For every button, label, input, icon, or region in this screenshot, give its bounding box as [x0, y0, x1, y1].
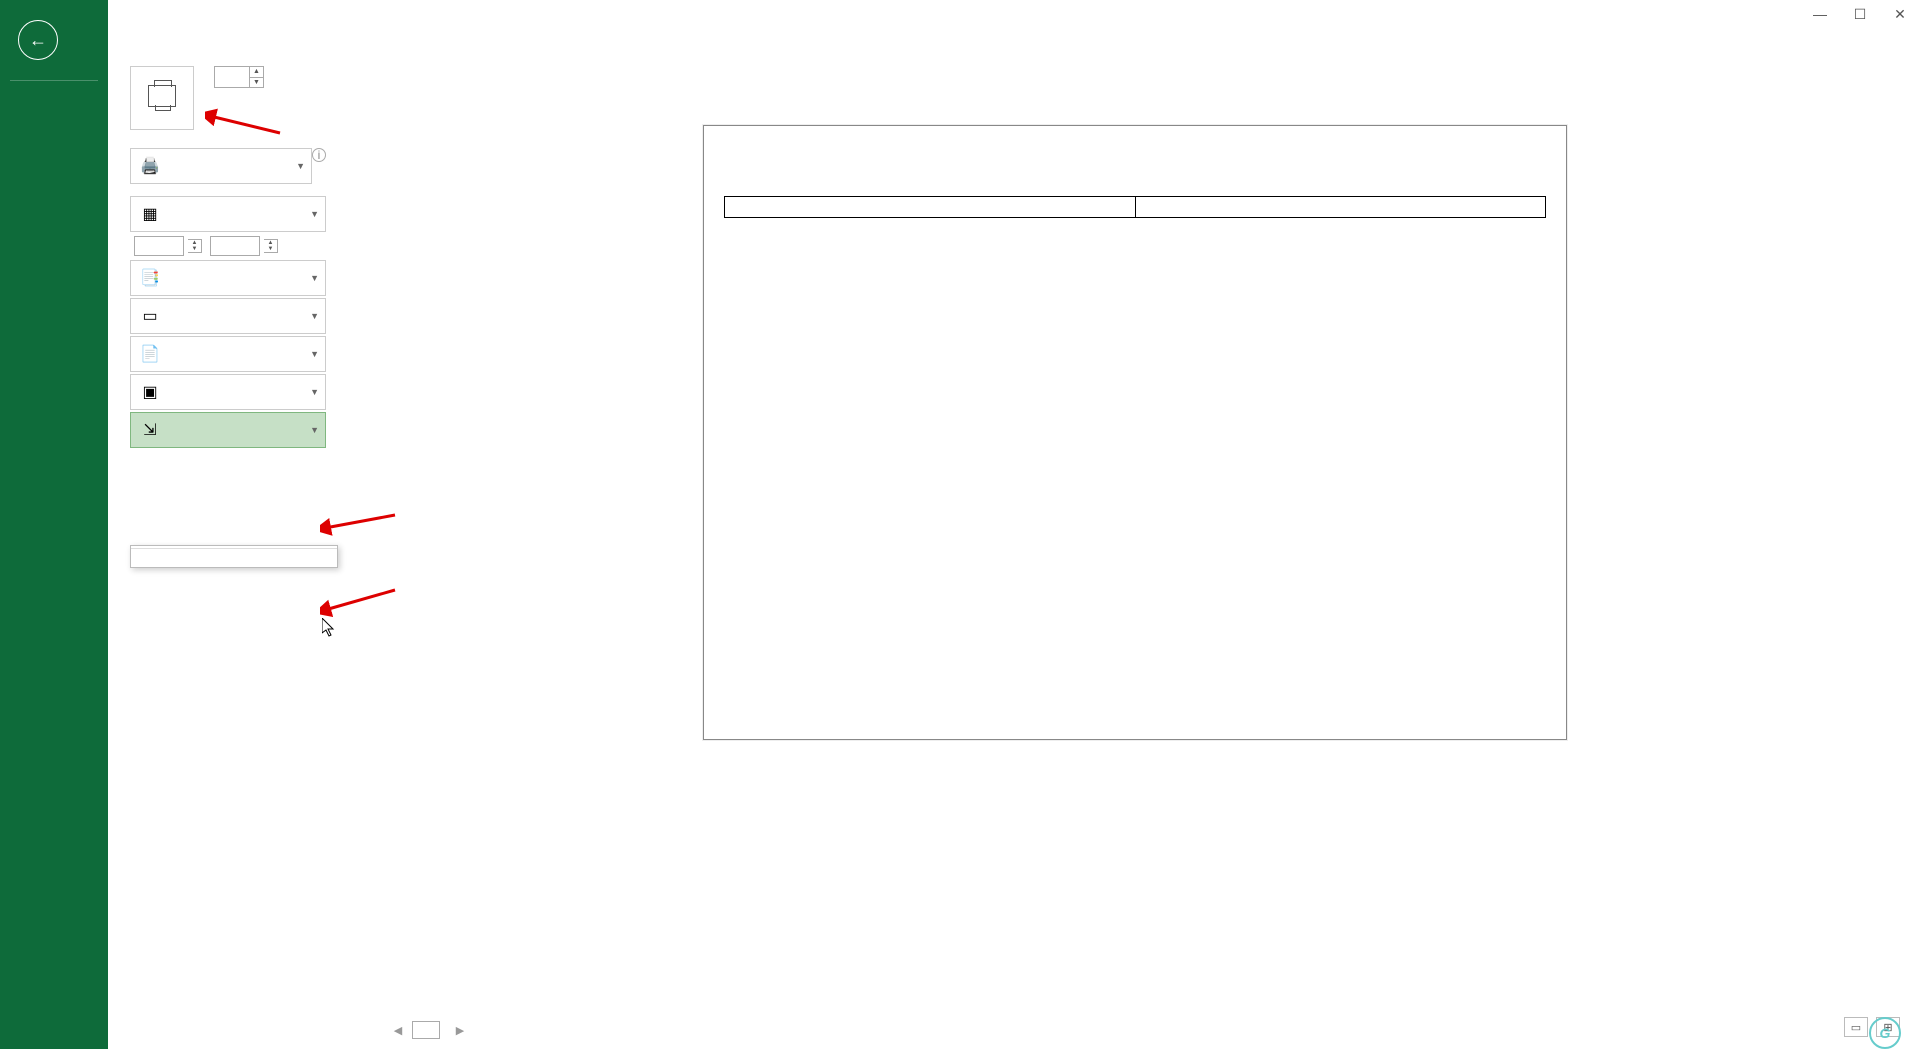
margins-icon: ▣ [139, 381, 161, 403]
paper-icon: 📄 [139, 343, 161, 365]
window-controls: — ☐ ✕ [1800, 0, 1920, 28]
scaling-dropdown [130, 545, 338, 568]
next-page-button[interactable]: ▶ [452, 1024, 468, 1037]
page-navigation: ◀ ▶ [390, 1021, 468, 1039]
orientation-selector[interactable]: ▭ ▼ [130, 298, 326, 334]
chevron-down-icon: ▼ [310, 349, 319, 359]
print-button[interactable] [130, 66, 194, 130]
paper-size-selector[interactable]: 📄 ▼ [130, 336, 326, 372]
spin-up-icon[interactable]: ▲ [250, 67, 263, 78]
prev-page-button[interactable]: ◀ [390, 1024, 406, 1037]
watermark-logo-icon: G [1869, 1017, 1901, 1049]
close-button[interactable]: ✕ [1880, 0, 1920, 28]
collate-icon: 📑 [139, 267, 161, 289]
nav-separator [10, 80, 98, 81]
title-bar: — ☐ ✕ [0, 0, 1920, 28]
chevron-down-icon: ▼ [310, 311, 319, 321]
chevron-down-icon: ▼ [296, 161, 305, 171]
print-preview [390, 125, 1880, 1009]
annotation-arrow [320, 585, 400, 620]
info-icon[interactable]: i [312, 148, 326, 162]
margins-selector[interactable]: ▣ ▼ [130, 374, 326, 410]
zoom-to-page-button[interactable]: ▭ [1844, 1017, 1868, 1037]
back-button[interactable]: ← [18, 20, 58, 60]
minimize-button[interactable]: — [1800, 0, 1840, 28]
backstage-nav: ← [0, 0, 108, 1049]
print-area-selector[interactable]: ▦ ▼ [130, 196, 326, 232]
page-to-input[interactable] [210, 236, 260, 256]
copies-input[interactable] [215, 67, 249, 87]
chevron-down-icon: ▼ [310, 425, 319, 435]
chevron-down-icon: ▼ [310, 387, 319, 397]
preview-page [703, 125, 1567, 740]
print-panel: ▲▼ i 🖨️ ▼ ▦ ▼ ▲▼ ▲▼ 📑 ▼ ▭ [108, 28, 338, 450]
watermark: G [1869, 1017, 1905, 1049]
page-range: ▲▼ ▲▼ [130, 236, 326, 256]
spin-down-icon[interactable]: ▼ [250, 78, 263, 88]
printer-icon [148, 85, 176, 107]
chevron-down-icon: ▼ [310, 209, 319, 219]
chevron-down-icon: ▼ [310, 273, 319, 283]
orientation-icon: ▭ [139, 305, 161, 327]
scaling-selector[interactable]: ⇲ ▼ [130, 412, 326, 448]
custom-scaling-option[interactable] [131, 551, 337, 567]
page-from-input[interactable] [134, 236, 184, 256]
sheets-icon: ▦ [139, 203, 161, 225]
scaling-icon: ⇲ [139, 419, 161, 441]
cursor-icon [322, 618, 336, 638]
annotation-arrow [320, 510, 400, 540]
printer-status-icon: 🖨️ [139, 155, 161, 177]
table-title [1135, 197, 1546, 218]
current-page-input[interactable] [412, 1021, 440, 1039]
maximize-button[interactable]: ☐ [1840, 0, 1880, 28]
collate-selector[interactable]: 📑 ▼ [130, 260, 326, 296]
copies-spinner[interactable]: ▲▼ [214, 66, 264, 88]
data-table [724, 196, 1546, 218]
printer-selector[interactable]: 🖨️ ▼ [130, 148, 312, 184]
